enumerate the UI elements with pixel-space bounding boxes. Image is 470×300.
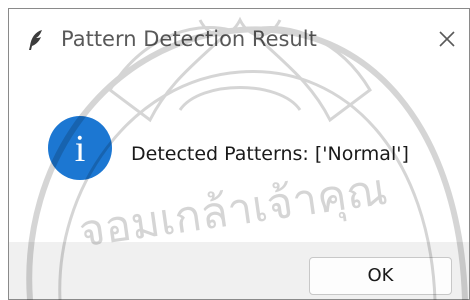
screen: Pattern Detection Result i Detected Patt… (0, 0, 470, 300)
window-title: Pattern Detection Result (61, 27, 317, 51)
message-dialog: Pattern Detection Result i Detected Patt… (8, 8, 470, 300)
ok-button[interactable]: OK (309, 257, 452, 295)
info-icon-glyph: i (75, 128, 86, 170)
detection-message: Detected Patterns: ['Normal'] (131, 143, 409, 165)
dialog-body: i Detected Patterns: ['Normal'] (9, 67, 469, 242)
feather-icon (29, 30, 42, 50)
title-bar[interactable]: Pattern Detection Result (9, 9, 469, 67)
dialog-footer: OK (9, 242, 469, 299)
close-icon[interactable] (433, 25, 461, 53)
info-icon: i (48, 116, 112, 180)
